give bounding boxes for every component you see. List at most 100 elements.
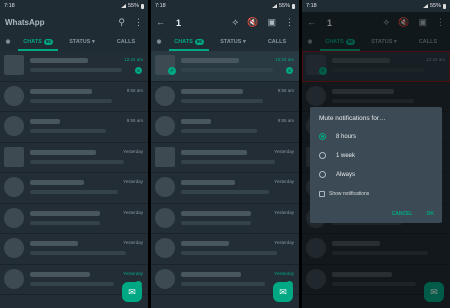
tab-status[interactable]: STATUS ▾ bbox=[60, 33, 104, 51]
chat-preview-redacted bbox=[181, 281, 265, 286]
chat-row[interactable]: ✓ 12:34 am 5 bbox=[151, 51, 299, 82]
search-icon[interactable]: ⚲ bbox=[118, 18, 125, 27]
tab-bar: ◉ CHATS 99 STATUS ▾ CALLS bbox=[151, 33, 299, 51]
new-chat-button[interactable]: ✉ bbox=[273, 282, 293, 302]
screen-selection: 7:18 55% ← 1 ⟡ 🔇 ▣ ⋮ ◉ CHATS 99 STATUS ▾ … bbox=[151, 0, 299, 308]
avatar[interactable] bbox=[4, 207, 24, 228]
chat-preview-redacted bbox=[181, 251, 277, 255]
mute-icon[interactable]: 🔇 bbox=[247, 18, 258, 27]
avatar[interactable] bbox=[155, 85, 175, 106]
avatar[interactable] bbox=[4, 238, 24, 258]
chat-preview-redacted bbox=[181, 190, 269, 194]
avatar[interactable] bbox=[4, 85, 24, 106]
camera-icon[interactable]: ◉ bbox=[0, 33, 16, 51]
app-title: WhatsApp bbox=[5, 18, 45, 27]
chat-row[interactable]: Yesterday bbox=[0, 204, 148, 234]
more-vert-icon[interactable]: ⋮ bbox=[285, 18, 294, 27]
tab-status[interactable]: STATUS ▾ bbox=[211, 33, 255, 51]
chat-row[interactable]: Yesterday bbox=[151, 204, 299, 234]
chat-row[interactable]: Yesterday bbox=[151, 234, 299, 265]
chat-name-redacted bbox=[181, 88, 243, 94]
chat-list: ✓ 12:34 am 5 9:56 am 9:55 am Yesterday Yesterd… bbox=[151, 51, 299, 308]
battery-text: 55% bbox=[429, 3, 441, 9]
chat-row[interactable]: Yesterday bbox=[151, 143, 299, 173]
option-1-week[interactable]: 1 week bbox=[319, 152, 355, 159]
checkbox-icon[interactable] bbox=[319, 191, 325, 197]
chat-preview-redacted bbox=[30, 98, 112, 103]
unread-badge: 99 bbox=[194, 38, 204, 45]
new-chat-icon: ✉ bbox=[279, 286, 287, 297]
camera-icon[interactable]: ◉ bbox=[151, 33, 167, 51]
chat-name-redacted bbox=[30, 149, 96, 155]
archive-icon[interactable]: ▣ bbox=[267, 18, 276, 27]
battery-icon bbox=[292, 3, 295, 9]
new-chat-button[interactable]: ✉ bbox=[122, 282, 142, 302]
chat-time: Yesterday bbox=[123, 240, 143, 245]
show-notifications-checkbox[interactable]: Show notifications bbox=[319, 191, 369, 197]
chat-time: 9:55 am bbox=[126, 118, 143, 123]
back-arrow-icon[interactable]: ← bbox=[156, 18, 165, 27]
chat-row[interactable]: Yesterday bbox=[0, 143, 148, 173]
stage: 7:18 55% WhatsApp ⚲ ⋮ ◉ CHATS 99 STATUS ▾… bbox=[0, 0, 450, 308]
avatar[interactable] bbox=[155, 207, 175, 228]
avatar[interactable] bbox=[155, 146, 175, 167]
chat-row[interactable]: 9:56 am bbox=[0, 82, 148, 112]
chat-row[interactable]: 12:34 am 5 bbox=[0, 51, 148, 82]
status-time: 7:18 bbox=[4, 3, 15, 9]
tab-chats[interactable]: CHATS 99 bbox=[167, 33, 211, 51]
selection-bar: ← 1 ⟡ 🔇 ▣ ⋮ bbox=[151, 12, 299, 33]
avatar[interactable] bbox=[4, 268, 24, 289]
radio-icon[interactable] bbox=[319, 152, 326, 159]
signal-icon bbox=[422, 4, 428, 8]
tab-chats[interactable]: CHATS 99 bbox=[16, 33, 60, 51]
avatar[interactable] bbox=[155, 177, 175, 197]
chat-row[interactable]: 9:55 am bbox=[0, 112, 148, 143]
checkbox-label: Show notifications bbox=[329, 191, 370, 197]
chat-row[interactable]: Yesterday bbox=[0, 173, 148, 204]
chat-time: Yesterday bbox=[123, 209, 143, 215]
avatar[interactable] bbox=[155, 268, 175, 289]
unread-badge: 99 bbox=[43, 38, 53, 45]
radio-icon[interactable] bbox=[319, 133, 326, 140]
chat-preview-redacted bbox=[181, 220, 251, 225]
avatar[interactable] bbox=[4, 55, 24, 75]
system-icons: 55% bbox=[271, 3, 295, 9]
chat-row[interactable]: Yesterday bbox=[151, 173, 299, 204]
chat-time: Yesterday bbox=[123, 148, 143, 154]
chat-list: 12:34 am 5 9:56 am 9:55 am Yesterday Yesterda… bbox=[0, 51, 148, 308]
avatar[interactable] bbox=[4, 146, 24, 167]
status-bar: 7:18 55% bbox=[151, 0, 299, 12]
battery-text: 55% bbox=[127, 3, 139, 9]
chat-row[interactable]: 9:56 am bbox=[151, 82, 299, 112]
tab-calls[interactable]: CALLS bbox=[104, 33, 148, 51]
avatar[interactable] bbox=[4, 116, 24, 136]
chat-preview-redacted bbox=[30, 68, 122, 72]
avatar[interactable] bbox=[155, 116, 175, 136]
chat-name-redacted bbox=[30, 58, 88, 63]
chat-name-redacted bbox=[181, 58, 239, 63]
avatar[interactable] bbox=[4, 177, 24, 197]
pin-icon[interactable]: ⟡ bbox=[232, 18, 238, 27]
ok-button[interactable]: OK bbox=[427, 211, 435, 217]
chat-name-redacted bbox=[181, 119, 211, 124]
chat-row[interactable]: Yesterday bbox=[0, 234, 148, 265]
chat-name-redacted bbox=[30, 119, 60, 124]
option-always[interactable]: Always bbox=[319, 171, 355, 178]
option-label: 1 week bbox=[336, 152, 356, 159]
chat-time: 9:56 am bbox=[277, 87, 294, 93]
radio-icon[interactable] bbox=[319, 171, 326, 178]
cancel-button[interactable]: CANCEL bbox=[392, 211, 413, 217]
more-vert-icon[interactable]: ⋮ bbox=[134, 18, 143, 27]
status-time: 7:18 bbox=[306, 3, 317, 9]
chat-preview-redacted bbox=[30, 159, 124, 164]
chat-preview-redacted bbox=[181, 68, 273, 72]
chat-time: 12:34 am bbox=[275, 57, 294, 62]
tab-chats-label: CHATS bbox=[23, 39, 42, 45]
chat-row[interactable]: 9:55 am bbox=[151, 112, 299, 143]
chat-time: Yesterday bbox=[274, 209, 294, 215]
tab-bar: ◉ CHATS 99 STATUS ▾ CALLS bbox=[0, 33, 148, 51]
chat-name-redacted bbox=[30, 271, 90, 277]
option-8-hours[interactable]: 8 hours bbox=[319, 133, 356, 140]
tab-calls[interactable]: CALLS bbox=[255, 33, 299, 51]
avatar[interactable] bbox=[155, 238, 175, 258]
